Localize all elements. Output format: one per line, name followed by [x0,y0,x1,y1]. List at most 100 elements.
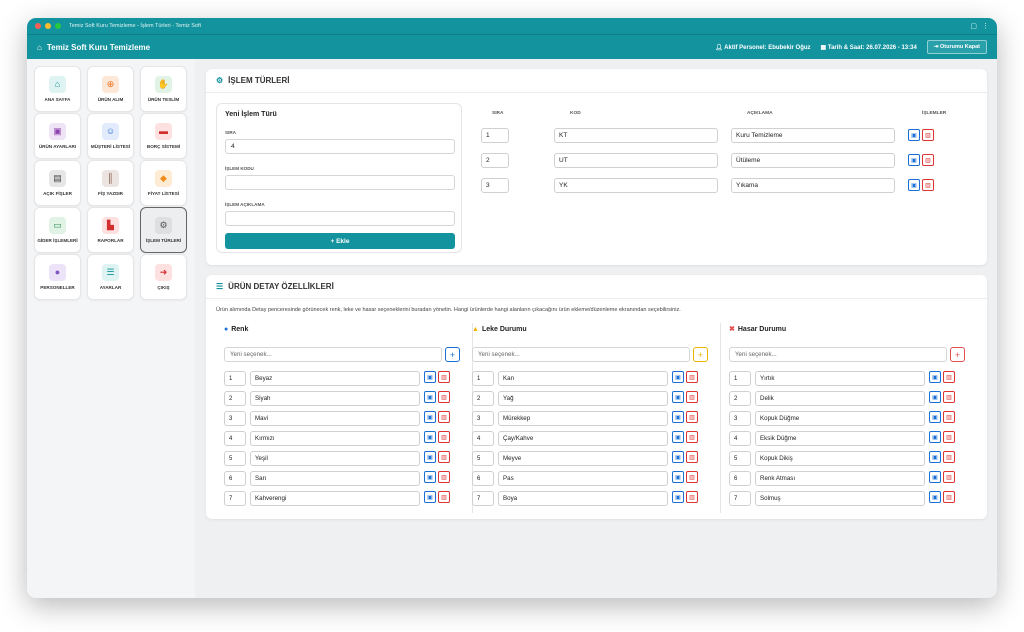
trash-icon[interactable]: ▥ [438,451,450,463]
sidebar-item[interactable]: ⚙ İŞLEM TÜRLERİ [140,207,187,253]
sidebar-item[interactable]: ● PERSONELLER [34,254,81,300]
save-icon[interactable]: ▣ [929,391,941,403]
sidebar-item[interactable]: ▣ ÜRÜN AYARLARI [34,113,81,159]
trash-icon[interactable]: ▥ [438,471,450,483]
add-option-button[interactable]: + [693,347,708,362]
add-option-button[interactable]: + [950,347,965,362]
save-icon[interactable]: ▣ [908,129,920,141]
option-name-input[interactable]: Kırmızı [250,431,420,446]
option-name-input[interactable]: Pas [498,471,668,486]
save-icon[interactable]: ▣ [424,471,436,483]
kod-cell-input[interactable]: UT [554,153,718,168]
trash-icon[interactable]: ▥ [943,391,955,403]
save-icon[interactable]: ▣ [929,371,941,383]
save-icon[interactable]: ▣ [424,451,436,463]
save-icon[interactable]: ▣ [672,451,684,463]
option-order-input[interactable]: 1 [729,371,751,386]
new-option-input[interactable]: Yeni seçenek... [472,347,690,362]
save-icon[interactable]: ▣ [424,411,436,423]
aciklama-cell-input[interactable]: Yıkama [731,178,895,193]
option-order-input[interactable]: 7 [224,491,246,506]
save-icon[interactable]: ▣ [672,411,684,423]
option-order-input[interactable]: 6 [729,471,751,486]
option-order-input[interactable]: 4 [472,431,494,446]
trash-icon[interactable]: ▥ [438,411,450,423]
trash-icon[interactable]: ▥ [686,471,698,483]
option-name-input[interactable]: Delik [755,391,925,406]
sira-cell-input[interactable]: 1 [481,128,509,143]
trash-icon[interactable]: ▥ [686,391,698,403]
option-order-input[interactable]: 6 [224,471,246,486]
save-icon[interactable]: ▣ [424,431,436,443]
sira-cell-input[interactable]: 3 [481,178,509,193]
option-order-input[interactable]: 2 [729,391,751,406]
option-name-input[interactable]: Sarı [250,471,420,486]
aciklama-cell-input[interactable]: Kuru Temizleme [731,128,895,143]
option-name-input[interactable]: Eksik Düğme [755,431,925,446]
sira-input[interactable]: 4 [225,139,455,154]
save-icon[interactable]: ▣ [424,491,436,503]
sidebar-item[interactable]: ◆ FİYAT LİSTESİ [140,160,187,206]
option-name-input[interactable]: Meyve [498,451,668,466]
option-name-input[interactable]: Solmuş [755,491,925,506]
option-order-input[interactable]: 7 [729,491,751,506]
save-icon[interactable]: ▣ [672,391,684,403]
sidebar-item[interactable]: ▬ BORÇ SİSTEMİ [140,113,187,159]
option-order-input[interactable]: 1 [224,371,246,386]
option-name-input[interactable]: Yeşil [250,451,420,466]
save-icon[interactable]: ▣ [672,491,684,503]
option-name-input[interactable]: Kan [498,371,668,386]
save-icon[interactable]: ▣ [424,391,436,403]
save-icon[interactable]: ▣ [929,431,941,443]
trash-icon[interactable]: ▥ [922,154,934,166]
sidebar-item[interactable]: ⊕ ÜRÜN ALIM [87,66,134,112]
trash-icon[interactable]: ▥ [686,371,698,383]
save-icon[interactable]: ▣ [672,431,684,443]
trash-icon[interactable]: ▥ [686,431,698,443]
sidebar-item[interactable]: ▭ GİDER İŞLEMLERİ [34,207,81,253]
trash-icon[interactable]: ▥ [686,451,698,463]
save-icon[interactable]: ▣ [908,154,920,166]
trash-icon[interactable]: ▥ [686,411,698,423]
close-window-button[interactable] [35,23,41,29]
trash-icon[interactable]: ▥ [686,491,698,503]
trash-icon[interactable]: ▥ [943,411,955,423]
trash-icon[interactable]: ▥ [438,491,450,503]
sidebar-item[interactable]: ▤ AÇIK FİŞLER [34,160,81,206]
option-order-input[interactable]: 5 [729,451,751,466]
sidebar-item[interactable]: ☰ AYARLAR [87,254,134,300]
trash-icon[interactable]: ▥ [922,179,934,191]
window-menu-icon[interactable]: ⋮ [982,22,989,30]
kod-input[interactable] [225,175,455,190]
option-order-input[interactable]: 2 [224,391,246,406]
trash-icon[interactable]: ▥ [943,451,955,463]
option-order-input[interactable]: 3 [729,411,751,426]
trash-icon[interactable]: ▥ [943,491,955,503]
logout-button[interactable]: ⇥ Oturumu Kapat [926,40,987,54]
sidebar-item[interactable]: ▙ RAPORLAR [87,207,134,253]
trash-icon[interactable]: ▥ [943,471,955,483]
option-name-input[interactable]: Mürekkep [498,411,668,426]
aciklama-input[interactable] [225,211,455,226]
option-name-input[interactable]: Renk Atması [755,471,925,486]
add-islem-button[interactable]: + Ekle [225,233,455,249]
option-name-input[interactable]: Kahverengi [250,491,420,506]
option-name-input[interactable]: Boya [498,491,668,506]
option-name-input[interactable]: Yırtık [755,371,925,386]
trash-icon[interactable]: ▥ [438,391,450,403]
sidebar-item[interactable]: ⌂ ANA SAYFA [34,66,81,112]
save-icon[interactable]: ▣ [672,471,684,483]
option-name-input[interactable]: Mavi [250,411,420,426]
trash-icon[interactable]: ▥ [438,371,450,383]
trash-icon[interactable]: ▥ [438,431,450,443]
option-order-input[interactable]: 5 [472,451,494,466]
option-order-input[interactable]: 4 [729,431,751,446]
option-order-input[interactable]: 7 [472,491,494,506]
maximize-window-button[interactable] [55,23,61,29]
sidebar-item[interactable]: ☺ MÜŞTERİ LİSTESİ [87,113,134,159]
kod-cell-input[interactable]: KT [554,128,718,143]
option-name-input[interactable]: Kopuk Düğme [755,411,925,426]
option-name-input[interactable]: Siyah [250,391,420,406]
sidebar-item[interactable]: ➜ ÇIKIŞ [140,254,187,300]
option-name-input[interactable]: Kopuk Dikiş [755,451,925,466]
